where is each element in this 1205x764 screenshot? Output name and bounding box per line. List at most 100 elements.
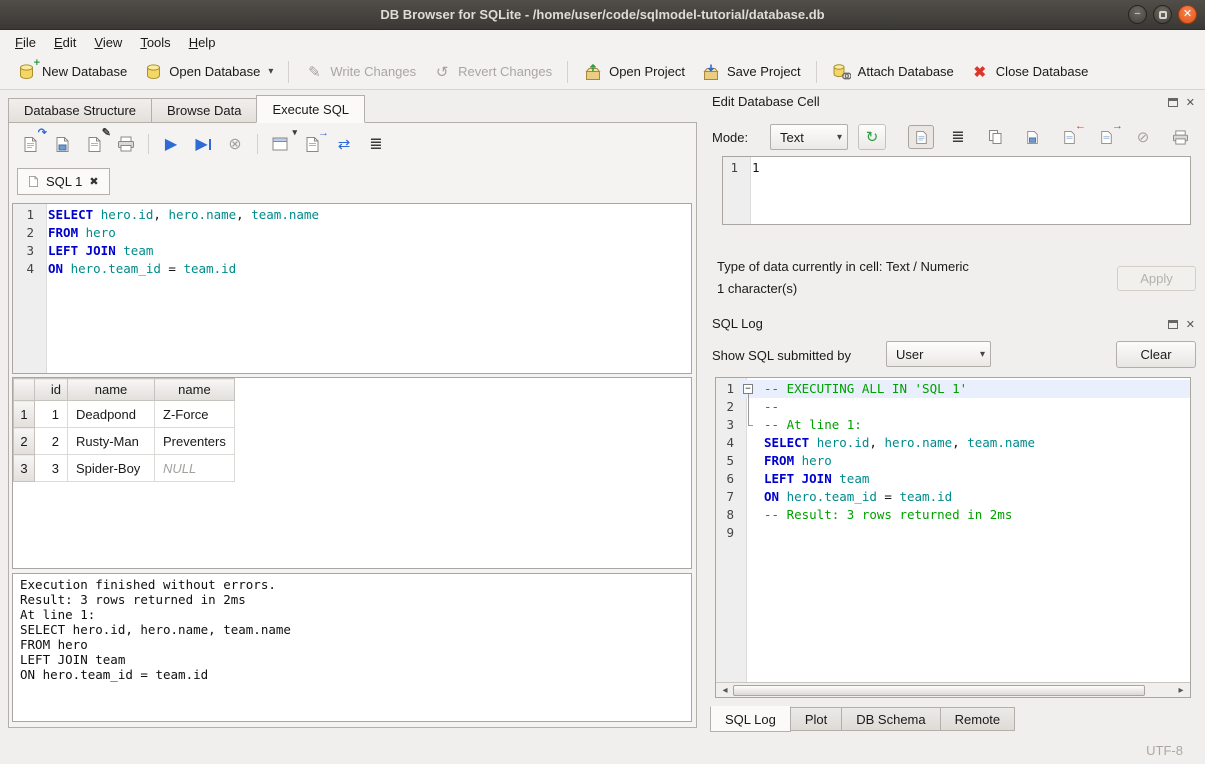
cell-value: 1 — [744, 159, 1190, 177]
dock-float-icon[interactable] — [1168, 320, 1178, 329]
tab-browse-data[interactable]: Browse Data — [151, 98, 257, 123]
open-database-dropdown-icon[interactable]: ▾ — [266, 66, 273, 77]
column-header-name2[interactable]: name — [155, 379, 235, 401]
sql-tab-bar: SQL 1 ✖ — [17, 168, 110, 195]
new-database-icon: + — [16, 62, 36, 81]
cell-id[interactable]: 1 — [35, 401, 68, 428]
main-toolbar: + New Database Open Database ▾ ✎ Write C… — [0, 54, 1205, 90]
export-cell-icon[interactable]: → — [1093, 125, 1119, 149]
menu-help[interactable]: Help — [180, 32, 225, 53]
dock-float-icon[interactable] — [1168, 98, 1178, 107]
cell-editor[interactable]: 1 1 — [722, 156, 1191, 225]
close-icon: ✕ — [1183, 9, 1192, 20]
sql-log-view[interactable]: 1−-- EXECUTING ALL IN 'SQL 1'2--3-- At l… — [716, 378, 1190, 682]
import-cell-icon[interactable]: ← — [1056, 125, 1082, 149]
copy-cell-icon[interactable] — [982, 125, 1008, 149]
menu-tools[interactable]: Tools — [131, 32, 179, 53]
tab-database-structure[interactable]: Database Structure — [8, 98, 152, 123]
execute-all-icon[interactable]: ▶ — [158, 132, 184, 156]
menu-edit[interactable]: Edit — [45, 32, 85, 53]
row-header[interactable]: 1 — [14, 401, 35, 428]
row-header[interactable]: 2 — [14, 428, 35, 455]
cell-team[interactable]: Z-Force — [155, 401, 235, 428]
table-row: 2 2 Rusty-Man Preventers — [14, 428, 235, 455]
sql-editor[interactable]: 1SELECT hero.id, hero.name, team.name2FR… — [12, 203, 692, 374]
save-sql-file-as-icon[interactable]: ✎ — [81, 132, 107, 156]
chevron-down-icon: ▾ — [972, 349, 985, 360]
print-icon[interactable] — [113, 132, 139, 156]
line-number: 8 — [716, 506, 740, 524]
dock-close-icon[interactable]: ✕ — [1186, 318, 1195, 331]
scrollbar-track[interactable] — [1145, 685, 1173, 696]
save-project-button[interactable]: Save Project — [693, 58, 809, 85]
code-line: 6LEFT JOIN team — [716, 470, 1190, 488]
open-database-label: Open Database — [169, 64, 260, 79]
open-database-button[interactable]: Open Database ▾ — [135, 58, 281, 85]
revert-changes-button: ↺ Revert Changes — [424, 58, 560, 85]
new-database-button[interactable]: + New Database — [8, 58, 135, 85]
save-sql-file-icon[interactable] — [49, 132, 75, 156]
save-project-icon — [701, 62, 721, 81]
column-header-name[interactable]: name — [68, 379, 155, 401]
save-project-label: Save Project — [727, 64, 801, 79]
mode-select[interactable]: Text ▾ — [770, 124, 848, 150]
sql-document-icon — [28, 175, 39, 188]
cell-name[interactable]: Spider-Boy — [68, 455, 155, 482]
cell-name[interactable]: Rusty-Man — [68, 428, 155, 455]
text-view-icon[interactable] — [908, 125, 934, 149]
titlebar[interactable]: DB Browser for SQLite - /home/user/code/… — [0, 0, 1205, 30]
code-line: 2FROM hero — [13, 224, 691, 242]
message-line: At line 1: — [20, 607, 684, 622]
cell-type-info: Type of data currently in cell: Text / N… — [717, 259, 969, 274]
export-results-icon[interactable]: → — [299, 132, 325, 156]
open-in-new-tab-icon[interactable]: ▾ — [267, 132, 293, 156]
column-header-id[interactable]: id — [35, 379, 68, 401]
cell-id[interactable]: 2 — [35, 428, 68, 455]
cell-id[interactable]: 3 — [35, 455, 68, 482]
line-number: 2 — [716, 398, 740, 416]
message-line: Execution finished without errors. — [20, 577, 684, 592]
sql-log-filter-select[interactable]: User ▾ — [886, 341, 991, 367]
sql-tab-sql1[interactable]: SQL 1 ✖ — [17, 168, 110, 195]
open-project-button[interactable]: Open Project — [575, 58, 693, 85]
horizontal-scrollbar[interactable]: ◂ ▸ — [716, 682, 1190, 697]
word-wrap-cell-icon[interactable]: ≣ — [945, 125, 971, 149]
find-replace-icon[interactable]: ⇄ — [331, 132, 357, 156]
save-cell-icon[interactable] — [1019, 125, 1045, 149]
fold-marker-icon[interactable]: − — [740, 380, 756, 398]
sql-tab-close-icon[interactable]: ✖ — [89, 175, 98, 188]
line-number: 4 — [13, 260, 40, 278]
clear-log-button[interactable]: Clear — [1116, 341, 1196, 368]
tab-sql-log[interactable]: SQL Log — [710, 706, 791, 732]
word-wrap-icon[interactable]: ≣ — [363, 132, 389, 156]
menu-view[interactable]: View — [85, 32, 131, 53]
dock-close-icon[interactable]: ✕ — [1186, 96, 1195, 109]
auto-switch-mode-button[interactable]: ↻ — [858, 124, 886, 150]
close-database-button[interactable]: ✖ Close Database — [962, 58, 1097, 85]
tab-db-schema[interactable]: DB Schema — [841, 707, 940, 731]
scroll-right-icon[interactable]: ▸ — [1173, 684, 1189, 697]
row-header[interactable]: 3 — [14, 455, 35, 482]
tab-execute-sql[interactable]: Execute SQL — [256, 95, 365, 123]
tab-plot[interactable]: Plot — [790, 707, 842, 731]
tab-remote[interactable]: Remote — [940, 707, 1016, 731]
sql-log-dock-controls: ✕ — [1168, 318, 1195, 331]
print-cell-icon[interactable] — [1167, 125, 1193, 149]
scroll-left-icon[interactable]: ◂ — [717, 684, 733, 697]
cell-team-null[interactable]: NULL — [155, 455, 235, 482]
cell-name[interactable]: Deadpond — [68, 401, 155, 428]
scrollbar-thumb[interactable] — [733, 685, 1145, 696]
cell-team[interactable]: Preventers — [155, 428, 235, 455]
maximize-button[interactable] — [1153, 5, 1172, 24]
header-row: id name name — [14, 379, 235, 401]
minimize-button[interactable]: − — [1128, 5, 1147, 24]
close-button[interactable]: ✕ — [1178, 5, 1197, 24]
stop-execution-icon: ⊗ — [222, 132, 248, 156]
attach-database-label: Attach Database — [858, 64, 954, 79]
execute-current-line-icon[interactable]: ▶ — [190, 132, 216, 156]
open-sql-file-icon[interactable]: ↷ — [17, 132, 43, 156]
results-grid[interactable]: id name name 1 1 Deadpond Z-Force 2 2 Ru… — [12, 377, 692, 569]
menu-file[interactable]: File — [6, 32, 45, 53]
sql-toolbar: ↷ ✎ ▶ ▶ ⊗ — [17, 130, 389, 158]
attach-database-button[interactable]: Attach Database — [824, 58, 962, 85]
